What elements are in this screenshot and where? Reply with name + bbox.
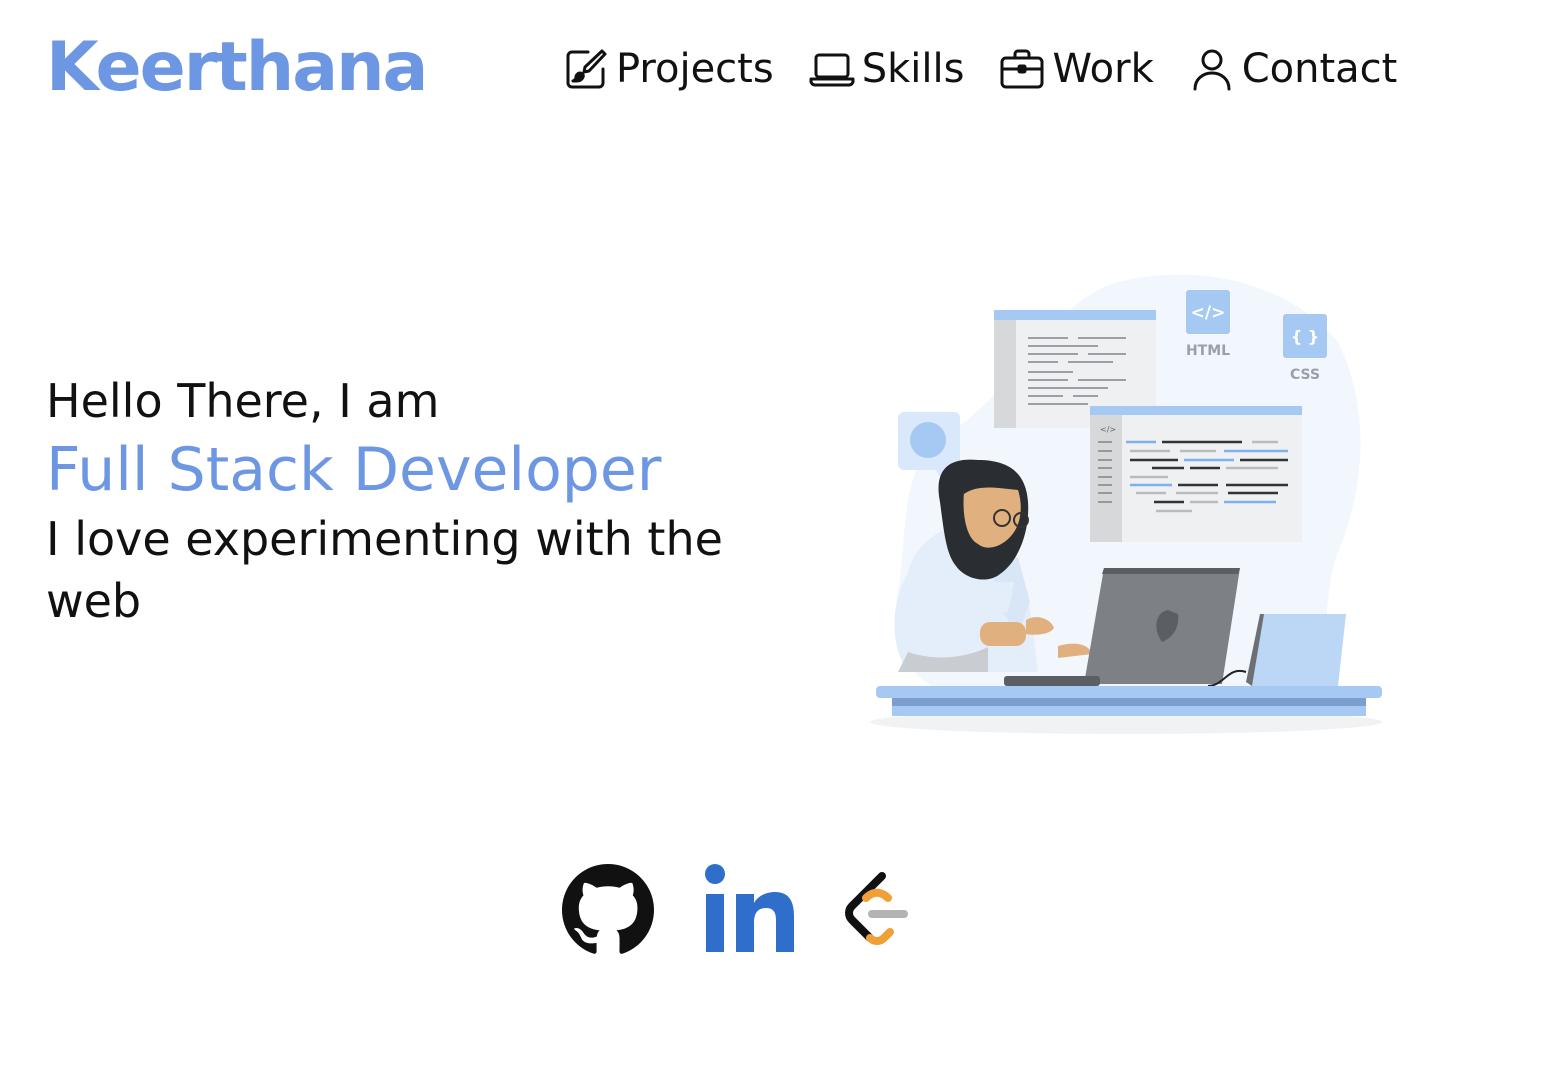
linkedin-link[interactable]	[700, 862, 796, 962]
nav-contact-label: Contact	[1241, 46, 1398, 92]
nav-projects[interactable]: Projects	[562, 40, 774, 98]
code-tag-text: </>	[1100, 425, 1116, 434]
nav-work-label: Work	[1052, 46, 1154, 92]
github-link[interactable]	[562, 864, 654, 960]
html-tag-text: </>	[1191, 303, 1226, 323]
html-badge: </> HTML	[1186, 290, 1230, 359]
hero-section: Hello There, I am Full Stack Developer I…	[46, 370, 806, 632]
nav-skills[interactable]: Skills	[808, 40, 965, 98]
hero-tagline: I love experimenting with the web	[46, 512, 723, 628]
nav-work[interactable]: Work	[998, 40, 1154, 98]
leetcode-link[interactable]	[842, 870, 912, 954]
css-tag-text: { }	[1291, 327, 1319, 346]
nav-contact[interactable]: Contact	[1188, 40, 1398, 98]
person-icon	[1193, 49, 1231, 91]
main-nav: Projects Skills Work Contact	[562, 40, 1397, 98]
briefcase-icon	[1000, 49, 1044, 89]
nav-projects-label: Projects	[616, 46, 774, 92]
css-label: CSS	[1290, 367, 1320, 383]
nav-skills-label: Skills	[861, 46, 965, 92]
hero-role: Full Stack Developer	[46, 435, 662, 505]
html-label: HTML	[1186, 343, 1230, 359]
leetcode-icon	[845, 872, 908, 945]
social-links	[562, 862, 958, 962]
linkedin-icon	[705, 864, 794, 952]
desk	[876, 686, 1382, 716]
laptop-icon	[809, 53, 855, 87]
developer-illustration: </> HTML { } CSS </>	[870, 274, 1382, 734]
code-window-front: </>	[1090, 406, 1302, 542]
brush-square-icon	[566, 49, 607, 89]
brand-logo[interactable]: Keerthana	[46, 28, 428, 108]
hero-greeting: Hello There, I am	[46, 374, 440, 428]
github-icon	[562, 864, 654, 954]
